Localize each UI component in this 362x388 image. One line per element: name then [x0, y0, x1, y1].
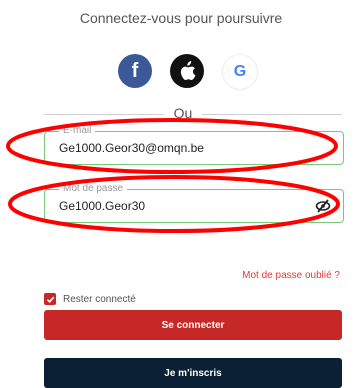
- divider-line-right: [202, 114, 342, 115]
- facebook-icon: f: [131, 59, 139, 82]
- login-button[interactable]: Se connecter: [44, 310, 342, 340]
- apple-login-button[interactable]: [170, 54, 204, 88]
- divider-label: Ou: [168, 105, 198, 121]
- email-value[interactable]: Ge1000.Geor30@omqn.be: [59, 141, 204, 155]
- remember-me-row: Rester connecté: [44, 293, 136, 305]
- divider-line-left: [44, 114, 164, 115]
- remember-me-checkbox[interactable]: [44, 293, 56, 305]
- forgot-password-link[interactable]: Mot de passe oublié ?: [242, 270, 340, 281]
- google-icon: G: [233, 63, 247, 80]
- apple-icon: [180, 61, 196, 81]
- remember-me-label: Rester connecté: [63, 293, 136, 305]
- facebook-login-button[interactable]: f: [118, 54, 152, 88]
- password-value[interactable]: Ge1000.Geor30: [59, 199, 145, 213]
- page-title: Connectez-vous pour poursuivre: [79, 10, 283, 26]
- email-label: E-mail: [59, 125, 96, 136]
- eye-off-icon[interactable]: [315, 198, 331, 214]
- google-login-button[interactable]: G: [222, 54, 258, 90]
- signup-button[interactable]: Je m'inscris: [44, 358, 342, 388]
- email-field[interactable]: E-mail Ge1000.Geor30@omqn.be: [44, 125, 344, 165]
- password-field[interactable]: Mot de passe Ge1000.Geor30: [44, 183, 344, 223]
- password-label: Mot de passe: [59, 183, 128, 194]
- checkmark-icon: [46, 296, 54, 303]
- social-login-group: f G: [118, 50, 258, 90]
